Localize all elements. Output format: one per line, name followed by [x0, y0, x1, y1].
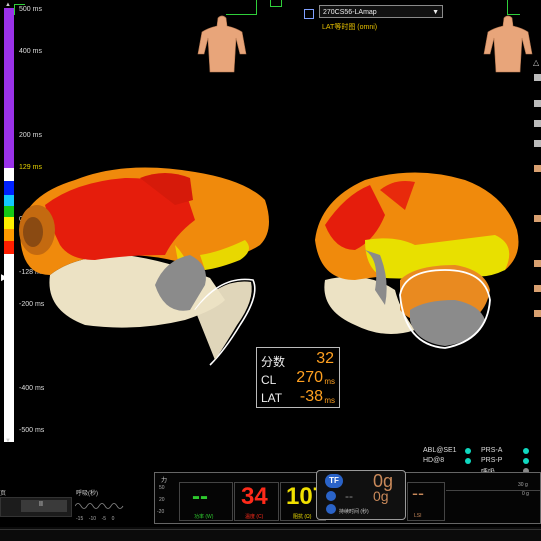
contact-dash: -- — [345, 489, 353, 503]
triangle-tool-icon[interactable]: △ — [533, 58, 539, 67]
legend-label-prs-a: PRS-A — [481, 447, 503, 454]
resp-title: 页 — [0, 491, 7, 497]
lat-value: -38 — [299, 388, 323, 405]
cl-label: CL — [261, 373, 277, 387]
scale-label-400: 400 ms — [19, 48, 42, 55]
pause-button[interactable]: II — [21, 500, 67, 512]
scale-orange — [4, 229, 14, 241]
divider — [0, 529, 541, 530]
contact-force-cell[interactable]: TF 0g -- 0g 持续时间 (秒) — [316, 470, 406, 520]
toolbar-tool-icon[interactable] — [534, 74, 541, 81]
map-select-value: 270CS56-LAmap — [323, 9, 377, 16]
force-label: 力 — [161, 478, 168, 484]
lsi-caption: LSI — [414, 513, 422, 519]
map-subtitle: LAT等时图 (omni) — [322, 24, 378, 31]
tf-toggle-icon[interactable] — [326, 491, 336, 501]
torso-orientation-icon-right[interactable] — [482, 14, 534, 76]
impedance-caption: 阻抗 (Ω) — [293, 514, 312, 520]
scale-blue — [4, 181, 14, 195]
map-select-dropdown[interactable]: 270CS56-LAmap ▼ — [319, 5, 443, 18]
axis-neg20: -20 — [157, 509, 165, 515]
lsi-value: -- — [412, 483, 424, 503]
scale-pointer-icon[interactable]: ▶ — [1, 272, 8, 283]
cl-value: 270 — [296, 369, 323, 386]
chevron-down-icon: ▼ — [432, 9, 439, 16]
lsi-cell: -- LSI — [407, 482, 445, 521]
scale-label-neg400: -400 ms — [19, 385, 45, 392]
temp-cell: 34 温度 (C) — [234, 482, 279, 521]
time-caption: 持续时间 (秒) — [339, 509, 369, 515]
view-corner-marker — [14, 4, 25, 15]
legend-dot-prs-p — [523, 458, 529, 464]
legend-label-abl: ABL@SE1 — [423, 447, 457, 454]
temp-caption: 温度 (C) — [245, 514, 264, 520]
breath-title: 呼吸(秒) — [76, 491, 98, 497]
toolbar-tool-icon[interactable] — [534, 120, 541, 127]
view-top-marker — [270, 0, 282, 7]
power-cell: -- 功率 (W) — [179, 482, 233, 521]
legend-dot-abl — [465, 448, 471, 454]
toolbar-tool-icon[interactable] — [534, 310, 541, 317]
torso-orientation-icon-left[interactable] — [196, 14, 248, 76]
legend-dot-hd — [465, 458, 471, 464]
ablation-panel: 力 50 20 -20 -- 功率 (W) 34 温度 (C) 107 阻抗 (… — [154, 470, 541, 524]
la-map-view-left[interactable] — [15, 160, 280, 370]
lat-label: LAT — [261, 391, 283, 405]
scale-yellow — [4, 217, 14, 229]
tick: -10 — [88, 516, 97, 522]
tick: 0 — [111, 516, 115, 522]
legend-dot-prs-a — [523, 448, 529, 454]
force-graph: 30 g 0 g — [446, 482, 540, 521]
lat-color-scale[interactable] — [4, 8, 14, 442]
cl-unit: ms — [324, 377, 335, 386]
contact-value-2: 0g — [373, 488, 389, 504]
scale-white-top — [4, 168, 14, 181]
tick: -15 — [76, 516, 84, 522]
ablation-info-box: 分数 32 CL 270 ms LAT -38 ms — [256, 347, 340, 408]
axis-30g: 30 g — [518, 482, 528, 488]
toolbar-tool-icon[interactable] — [534, 285, 541, 292]
breath-ticks: -15 -10 -5 0 — [76, 516, 136, 522]
tf-badge: TF — [325, 474, 343, 488]
view-corner-marker — [226, 0, 257, 15]
pause-icon: II — [39, 501, 43, 508]
status-strip — [0, 527, 541, 541]
la-map-view-right[interactable] — [305, 170, 530, 355]
power-value: -- — [192, 483, 208, 510]
scale-label-200: 200 ms — [19, 132, 42, 139]
legend-label-hd: HD@8 — [423, 457, 445, 464]
view-corner-marker — [507, 0, 520, 15]
axis-0g: 0 g — [522, 491, 529, 497]
scale-down-arrow[interactable]: ▼ — [5, 438, 11, 444]
toolbar-tool-icon[interactable] — [534, 100, 541, 107]
toolbar-tool-icon[interactable] — [534, 215, 541, 222]
score-label: 分数 — [261, 355, 286, 369]
resp-panel: II — [0, 497, 72, 517]
scale-green — [4, 206, 14, 217]
scale-red — [4, 241, 14, 254]
axis-50: 50 — [159, 485, 165, 491]
axis-20: 20 — [159, 497, 165, 503]
power-caption: 功率 (W) — [194, 514, 214, 520]
temp-value: 34 — [241, 483, 268, 510]
toolbar-tool-icon[interactable] — [534, 260, 541, 267]
lat-unit: ms — [324, 396, 335, 405]
toolbar-tool-icon[interactable] — [534, 140, 541, 147]
tf-time-icon[interactable] — [326, 504, 336, 514]
tick: -5 — [101, 516, 107, 522]
score-value: 32 — [316, 350, 334, 367]
scale-up-arrow[interactable]: ▲ — [5, 2, 11, 8]
scale-purple — [4, 8, 14, 168]
breath-waveform — [75, 503, 124, 509]
legend-label-prs-p: PRS-P — [481, 457, 503, 464]
scale-cyan — [4, 195, 14, 206]
toolbar-tool-icon[interactable] — [534, 165, 541, 172]
scale-label-neg500: -500 ms — [19, 427, 45, 434]
map-list-icon[interactable] — [304, 9, 314, 19]
